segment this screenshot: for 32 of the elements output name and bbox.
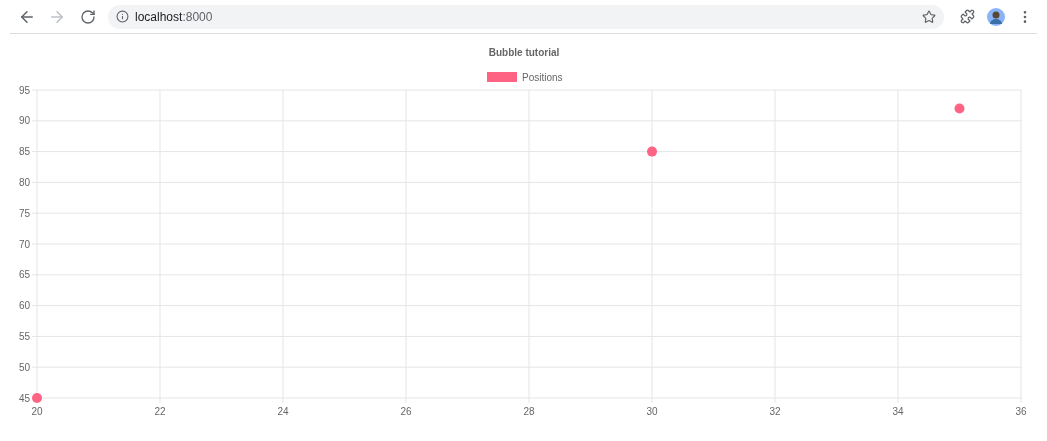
address-bar[interactable]: localhost:8000 [108,4,944,29]
reload-icon[interactable] [80,8,96,25]
y-tick-label: 45 [18,392,30,404]
avatar-icon[interactable] [987,7,1005,26]
y-tick-label: 75 [18,207,30,219]
x-tick-label: 28 [523,406,535,417]
y-tick-label: 65 [18,269,30,281]
url-text: localhost:8000 [135,8,214,26]
y-tick-label: 55 [18,330,30,342]
x-tick-label: 26 [400,406,412,417]
x-tick-label: 36 [1015,406,1027,417]
y-tick-label: 95 [18,84,30,96]
y-tick-label: 80 [18,176,30,188]
x-tick-label: 24 [277,406,289,417]
y-tick-label: 50 [18,361,30,373]
y-tick-label: 70 [18,238,30,250]
chart-title: Bubble tutorial [488,47,560,58]
x-tick-label: 22 [154,406,166,417]
x-tick-label: 20 [31,406,43,417]
data-point [32,393,42,403]
legend-label: Positions [522,72,563,83]
info-icon[interactable] [116,10,129,23]
x-tick-label: 32 [769,406,781,417]
star-icon[interactable] [922,9,936,24]
data-point [954,103,965,114]
y-tick-label: 90 [18,115,30,127]
extensions-icon[interactable] [960,9,975,24]
x-tick-label: 34 [892,406,904,417]
y-tick-label: 85 [18,146,30,158]
y-tick-label: 60 [18,300,30,312]
x-tick-label: 30 [646,406,658,417]
data-point [647,146,657,157]
